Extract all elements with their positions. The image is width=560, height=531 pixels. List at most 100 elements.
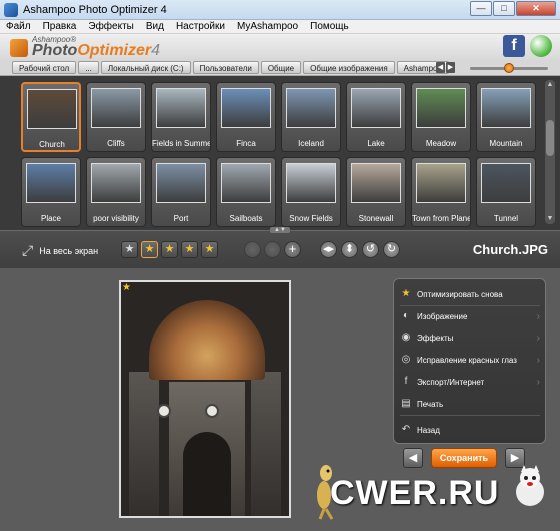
thumbnail[interactable]: Fields in Summe xyxy=(151,82,211,152)
thumbnail[interactable]: Lake xyxy=(346,82,406,152)
prev-view-icon[interactable]: ◀ xyxy=(436,62,445,73)
fullscreen-button[interactable]: ⤢ На весь экран xyxy=(22,242,98,259)
photo-rating-star-icon: ★ xyxy=(122,282,131,293)
watermark-text: CWER.RU xyxy=(330,474,500,512)
thumbnail[interactable]: Port xyxy=(151,157,211,227)
menu-edit[interactable]: Правка xyxy=(43,21,77,32)
view-toggle: ◀ ▶ xyxy=(436,62,455,73)
star-rating-4-icon[interactable]: ★ xyxy=(201,241,218,258)
preview-area: ★ ★ Оптимизировать снова ◐ Изображение › ◉ Эфф… xyxy=(0,268,560,531)
thumbnail[interactable]: Finca xyxy=(216,82,276,152)
save-button[interactable]: Сохранить xyxy=(431,448,497,468)
thumbnail-image xyxy=(351,163,401,203)
panel-item[interactable]: ◉ Эффекты › xyxy=(400,329,540,347)
scroll-up-icon[interactable]: ▲ xyxy=(545,80,555,90)
facebook-icon: f xyxy=(404,376,408,387)
thumbnail[interactable]: Cliffs xyxy=(86,82,146,152)
zoom-fit-icon[interactable] xyxy=(244,241,261,258)
thumbnail[interactable]: Town from Plane xyxy=(411,157,471,227)
actions-panel: ★ Оптимизировать снова ◐ Изображение › ◉ Эффек… xyxy=(393,278,546,444)
app-icon xyxy=(4,2,18,17)
thumbnail[interactable]: Snow Fields xyxy=(281,157,341,227)
thumbnail-image xyxy=(286,88,336,128)
chevron-right-icon: › xyxy=(536,354,540,366)
previous-image-button[interactable]: ◀ xyxy=(403,448,423,468)
image-icon: ◐ xyxy=(402,310,410,321)
thumbnail[interactable]: Tunnel xyxy=(476,157,536,227)
crumb-users[interactable]: Пользователи xyxy=(192,61,259,74)
zoom-in-icon[interactable]: + xyxy=(284,241,301,258)
next-view-icon[interactable]: ▶ xyxy=(446,62,455,73)
rotate-right-icon[interactable]: ↻ xyxy=(383,241,400,258)
thumbnail-label: Stonewall xyxy=(358,214,394,223)
globe-icon[interactable] xyxy=(530,35,552,57)
thumbnail[interactable]: Church xyxy=(21,82,81,152)
crumb-desktop[interactable]: Рабочий стол xyxy=(12,61,77,74)
crumb-public[interactable]: Общие xyxy=(260,61,302,74)
dome-fresco xyxy=(149,300,265,380)
panel-item[interactable]: f Экспорт/Интернет › xyxy=(400,373,540,391)
chevron-right-icon: › xyxy=(536,332,540,344)
crumb-local-disk[interactable]: Локальный диск (C:) xyxy=(100,61,191,74)
crumb-public-images[interactable]: Общие изображения xyxy=(303,61,395,74)
flip-horizontal-icon[interactable]: ◂▸ xyxy=(320,241,337,258)
thumbnail-label: poor visibility xyxy=(93,214,139,223)
flip-vertical-icon[interactable]: ⬍ xyxy=(341,241,358,258)
window-title: Ashampoo Photo Optimizer 4 xyxy=(23,3,167,16)
thumbnail-image xyxy=(156,88,206,128)
thumbnail[interactable]: Mountain xyxy=(476,82,536,152)
panel-item[interactable]: ◐ Изображение › xyxy=(400,307,540,325)
close-button[interactable]: ✕ xyxy=(516,1,556,16)
panel-item-label: Изображение xyxy=(417,311,468,321)
thumbnail-image xyxy=(221,88,271,128)
menu-effects[interactable]: Эффекты xyxy=(88,21,133,32)
chevron-right-icon: › xyxy=(536,310,540,322)
zoom-out-icon[interactable] xyxy=(264,241,281,258)
menu-bar: Файл Правка Эффекты Вид Настройки MyAsha… xyxy=(0,20,560,34)
scroll-thumb[interactable] xyxy=(546,120,554,156)
menu-file[interactable]: Файл xyxy=(6,21,31,32)
logo-badge-icon xyxy=(10,39,28,57)
crumb-ellipsis[interactable]: ... xyxy=(78,61,99,74)
panel-item[interactable]: ◎ Исправление красных глаз › xyxy=(400,351,540,369)
thumbnail-image xyxy=(156,163,206,203)
thumbnail-label: Port xyxy=(173,214,189,223)
thumbnail[interactable]: Meadow xyxy=(411,82,471,152)
facebook-icon[interactable]: f xyxy=(503,35,525,57)
panel-item[interactable]: ▤ Печать xyxy=(400,395,540,413)
star-rating-2-icon[interactable]: ★ xyxy=(161,241,178,258)
thumbnail-label: Cliffs xyxy=(107,139,125,148)
star-rating-0-icon[interactable]: ★ xyxy=(121,241,138,258)
star-rating-3-icon[interactable]: ★ xyxy=(181,241,198,258)
thumbnail[interactable]: Sailboats xyxy=(216,157,276,227)
thumbnail-image xyxy=(91,88,141,128)
menu-settings[interactable]: Настройки xyxy=(176,21,225,32)
thumbnail-label: Lake xyxy=(367,139,385,148)
path-bar: Рабочий стол ... Локальный диск (C:) Пол… xyxy=(0,60,560,76)
thumbnail[interactable]: Place xyxy=(21,157,81,227)
menu-help[interactable]: Помощь xyxy=(310,21,349,32)
panel-item[interactable]: ↶ Назад xyxy=(400,421,540,439)
rotate-left-icon[interactable]: ↺ xyxy=(362,241,379,258)
minimize-button[interactable]: — xyxy=(470,1,492,16)
gallery-scrollbar[interactable]: ▲ ▼ xyxy=(545,80,555,224)
panel-item[interactable]: ★ Оптимизировать снова xyxy=(400,285,540,303)
window-controls: — □ ✕ xyxy=(470,1,556,16)
menu-view[interactable]: Вид xyxy=(146,21,164,32)
maximize-button[interactable]: □ xyxy=(493,1,515,16)
panel-item-label: Эффекты xyxy=(417,333,454,343)
thumbnail[interactable]: Iceland xyxy=(281,82,341,152)
current-filename: Church.JPG xyxy=(472,242,548,257)
thumbnail-size-knob[interactable] xyxy=(504,63,514,73)
menu-myashampoo[interactable]: MyAshampoo xyxy=(237,21,298,32)
scroll-down-icon[interactable]: ▼ xyxy=(545,214,555,224)
splitter-grip[interactable]: ▲▼ xyxy=(270,227,290,233)
thumbnail-label: Snow Fields xyxy=(289,214,333,223)
thumbnail[interactable]: poor visibility xyxy=(86,157,146,227)
star-rating-1-icon[interactable]: ★ xyxy=(141,241,158,258)
thumbnail-image xyxy=(27,89,77,129)
thumbnail-label: Finca xyxy=(236,139,256,148)
photo-preview[interactable] xyxy=(119,280,291,518)
thumbnail[interactable]: Stonewall xyxy=(346,157,406,227)
panel-item-label: Оптимизировать снова xyxy=(417,289,503,299)
